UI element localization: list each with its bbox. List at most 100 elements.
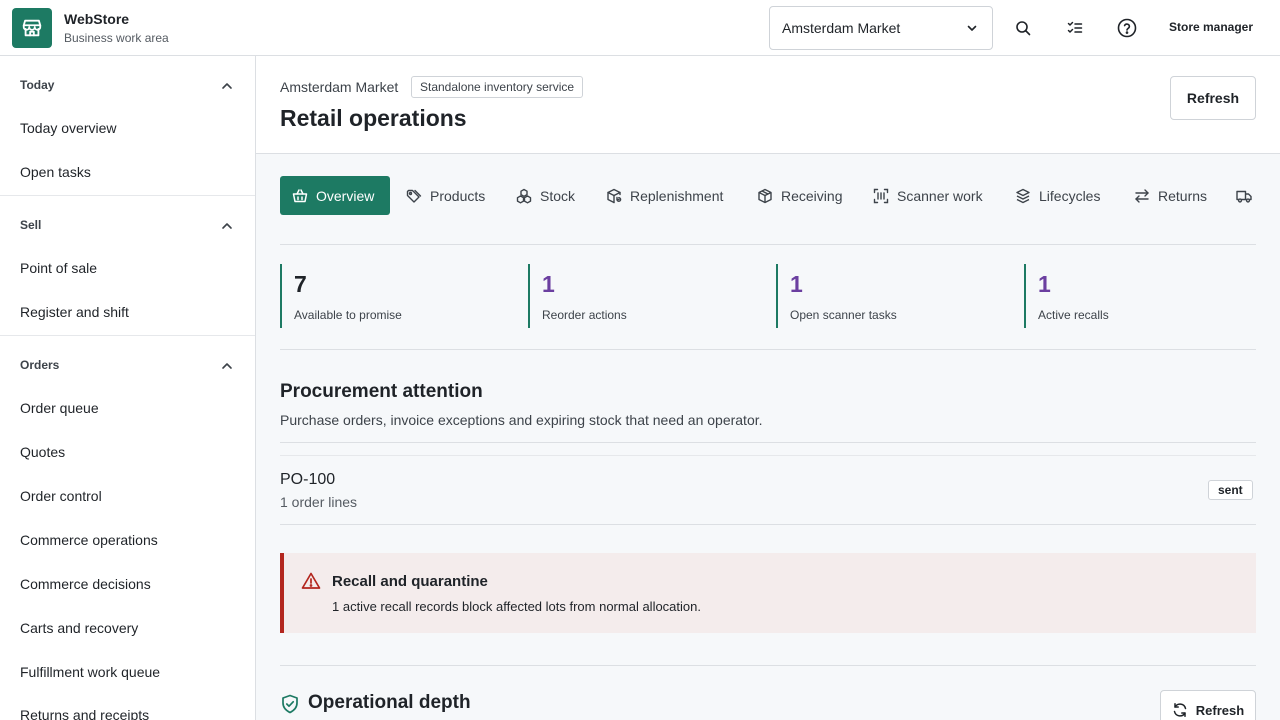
storefront-icon xyxy=(22,19,42,37)
chevron-down-icon xyxy=(967,25,977,31)
kpi-open-scanner-tasks[interactable]: 1 Open scanner tasks xyxy=(776,264,1006,328)
sidebar-item-register-and-shift[interactable]: Register and shift xyxy=(20,304,129,320)
tab-stock[interactable]: Stock xyxy=(516,176,575,215)
store-logo[interactable] xyxy=(12,8,52,48)
tab-label: Replenishment xyxy=(630,187,724,204)
tab-bar: Overview Products Stock Replenishment Re… xyxy=(280,176,1280,216)
service-badge: Standalone inventory service xyxy=(411,76,584,98)
procurement-title: Procurement attention xyxy=(280,381,483,402)
app-subtitle: Business work area xyxy=(64,31,169,45)
tab-label: Receiving xyxy=(781,187,843,204)
shield-check-icon xyxy=(282,694,298,714)
tab-products[interactable]: Products xyxy=(406,176,485,215)
page-title: Retail operations xyxy=(280,105,467,131)
kpi-active-recalls[interactable]: 1 Active recalls xyxy=(1024,264,1254,328)
tab-shipping[interactable] xyxy=(1236,176,1252,215)
swap-icon xyxy=(1135,188,1149,203)
user-menu[interactable]: Store manager xyxy=(1169,20,1253,34)
tab-label: Products xyxy=(430,187,486,204)
warning-icon xyxy=(301,572,321,589)
tab-scanner-work[interactable]: Scanner work xyxy=(873,176,983,215)
alert-title: Recall and quarantine xyxy=(332,573,488,590)
page-header: Amsterdam Market Standalone inventory se… xyxy=(256,56,1280,154)
kpi-label: Reorder actions xyxy=(542,308,627,322)
kpi-reorder-actions[interactable]: 1 Reorder actions xyxy=(528,264,758,328)
sidebar-item-today-overview[interactable]: Today overview xyxy=(20,120,117,136)
chevron-up-icon xyxy=(222,83,232,89)
tab-lifecycles[interactable]: Lifecycles xyxy=(1015,176,1100,215)
search-icon xyxy=(1016,21,1031,36)
sidebar-item-fulfillment-work-queue[interactable]: Fulfillment work queue xyxy=(20,664,160,680)
sidebar-item-point-of-sale[interactable]: Point of sale xyxy=(20,260,97,276)
purchase-order-divider xyxy=(280,524,1256,525)
tab-label: Stock xyxy=(540,187,576,204)
kpi-label: Available to promise xyxy=(294,308,402,322)
purchase-order-lines: 1 order lines xyxy=(280,494,358,510)
store-select[interactable]: Amsterdam Market xyxy=(769,6,993,50)
status-badge: sent xyxy=(1208,480,1253,500)
sidebar-item-carts-and-recovery[interactable]: Carts and recovery xyxy=(20,620,138,636)
app-name: WebStore xyxy=(64,11,130,27)
tab-label: Lifecycles xyxy=(1039,187,1101,204)
tag-icon xyxy=(406,189,422,203)
truck-icon xyxy=(1236,190,1252,203)
depth-refresh-button[interactable]: Refresh xyxy=(1160,690,1256,720)
recall-alert: Recall and quarantine 1 active recall re… xyxy=(280,553,1256,633)
sidebar-item-open-tasks[interactable]: Open tasks xyxy=(20,164,91,180)
sidebar-section-sell[interactable]: Sell xyxy=(0,216,255,236)
tabs-divider xyxy=(280,244,1256,245)
refresh-icon xyxy=(1173,703,1187,717)
layers-icon xyxy=(1016,188,1030,203)
breadcrumb[interactable]: Amsterdam Market xyxy=(280,79,398,95)
depth-refresh-label: Refresh xyxy=(1195,702,1245,718)
kpi-divider xyxy=(280,349,1256,350)
store-select-value: Amsterdam Market xyxy=(782,20,901,36)
barcode-scan-icon xyxy=(873,188,889,203)
search-button[interactable] xyxy=(1011,16,1035,40)
sidebar-section-orders[interactable]: Orders xyxy=(0,356,255,376)
alert-description: 1 active recall records block affected l… xyxy=(332,599,701,614)
tab-label: Returns xyxy=(1158,187,1208,204)
boxes-icon xyxy=(516,188,532,203)
chevron-up-icon xyxy=(222,363,232,369)
tab-label: Scanner work xyxy=(897,187,983,204)
tab-overview[interactable]: Overview xyxy=(280,176,390,215)
package-refresh-icon xyxy=(607,188,622,203)
sidebar: Today Today overview Open tasks Sell Poi… xyxy=(0,56,256,720)
checklist-icon xyxy=(1067,21,1083,33)
kpi-value: 1 xyxy=(1038,271,1051,297)
main-content: Amsterdam Market Standalone inventory se… xyxy=(256,56,1280,720)
kpi-available-to-promise[interactable]: 7 Available to promise xyxy=(280,264,510,328)
top-bar: WebStore Business work area Amsterdam Ma… xyxy=(0,0,1280,56)
sidebar-item-returns-and-receipts[interactable]: Returns and receipts xyxy=(20,707,149,720)
refresh-button[interactable]: Refresh xyxy=(1170,76,1256,120)
tab-replenishment[interactable]: Replenishment xyxy=(606,176,723,215)
tab-receiving[interactable]: Receiving xyxy=(757,176,842,215)
sidebar-section-label: Orders xyxy=(20,358,60,372)
sidebar-section-label: Today xyxy=(20,78,55,92)
sidebar-item-quotes[interactable]: Quotes xyxy=(20,444,65,460)
kpi-value: 1 xyxy=(790,271,803,297)
tab-label: Overview xyxy=(316,187,375,204)
procurement-divider xyxy=(280,455,1256,456)
sidebar-item-commerce-decisions[interactable]: Commerce decisions xyxy=(20,576,151,592)
tab-returns[interactable]: Returns xyxy=(1134,176,1207,215)
sidebar-divider xyxy=(0,335,255,336)
chevron-up-icon xyxy=(222,223,232,229)
tasks-button[interactable] xyxy=(1063,16,1087,40)
procurement-divider xyxy=(280,442,1256,443)
purchase-order-id[interactable]: PO-100 xyxy=(280,471,335,489)
help-icon xyxy=(1117,18,1137,38)
sidebar-item-order-queue[interactable]: Order queue xyxy=(20,400,99,416)
sidebar-item-commerce-operations[interactable]: Commerce operations xyxy=(20,532,158,548)
help-button[interactable] xyxy=(1115,16,1139,40)
basket-icon xyxy=(292,188,308,202)
depth-title: Operational depth xyxy=(308,692,471,713)
kpi-label: Active recalls xyxy=(1038,308,1109,322)
kpi-value: 7 xyxy=(294,271,307,297)
sidebar-section-label: Sell xyxy=(20,218,42,232)
sidebar-divider xyxy=(0,195,255,196)
sidebar-section-today[interactable]: Today xyxy=(0,76,255,96)
sidebar-item-order-control[interactable]: Order control xyxy=(20,488,102,504)
kpi-value: 1 xyxy=(542,271,555,297)
